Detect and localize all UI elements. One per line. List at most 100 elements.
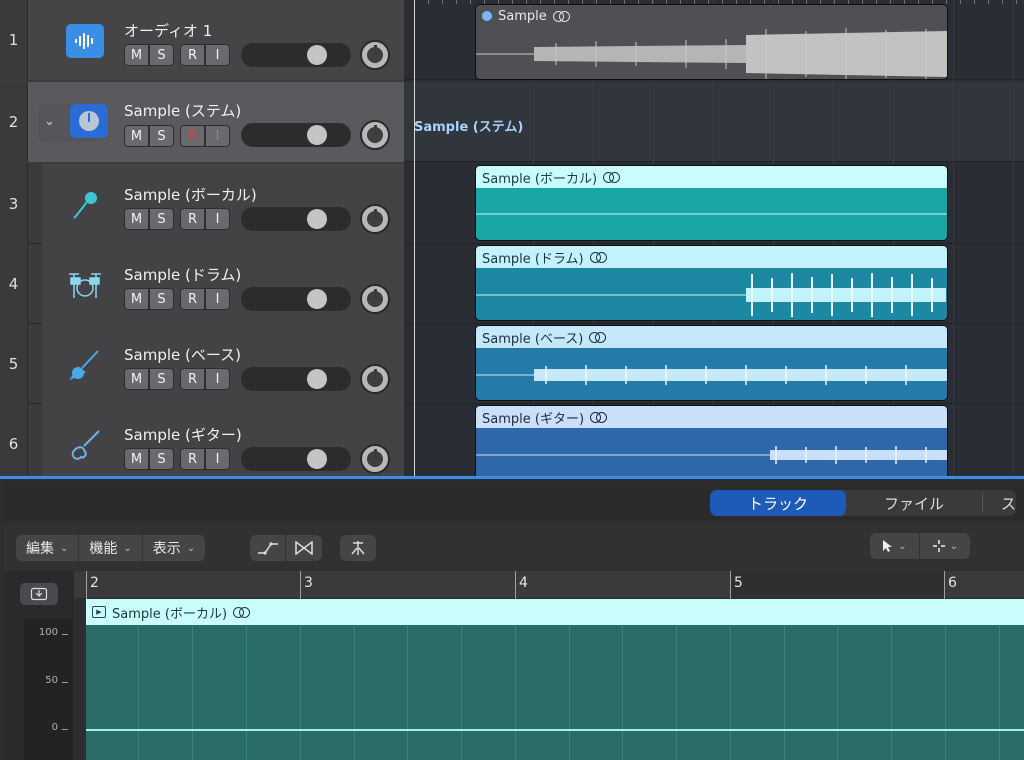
audio-region-bass[interactable]: Sample (ベース) [475,325,948,401]
input-monitor-button[interactable]: I [205,288,230,310]
mute-button[interactable]: M [124,368,149,390]
record-enable-button[interactable]: R [180,44,205,66]
track-name[interactable]: Sample (ベース) [124,344,241,365]
audio-region-sample[interactable]: Sample [475,4,948,80]
volume-slider[interactable] [241,447,351,471]
play-icon[interactable]: ▶ [92,606,106,618]
volume-thumb[interactable] [307,449,327,469]
region-name: Sample (ボーカル) [482,171,598,187]
automation-curve-icon [257,542,278,555]
catch-tools [340,535,376,561]
automation-curve-button[interactable] [250,535,286,561]
flex-button[interactable] [286,535,322,561]
pan-knob[interactable] [360,40,390,70]
track-header-3[interactable]: 3 Sample (ボーカル) MS RI [0,164,404,244]
waveform [476,273,946,317]
tracks-area[interactable]: Sample Sample (ステム) Sample (ボーカル) Sample… [404,0,1024,484]
zero-crossing-icon [351,541,365,555]
chevron-down-icon: ⌄ [898,540,907,552]
input-monitor-button[interactable]: I [205,125,230,147]
solo-button[interactable]: S [149,448,174,470]
track-header-4[interactable]: 4 Sample (ドラム) MS RI [0,244,404,324]
logic-pro-window: 1 オーディオ 1 MS RI 2 ⌄ Sample (ステム) MS R I … [0,0,1024,760]
audio-region-guitar[interactable]: Sample (ギター) [475,405,948,476]
track-name[interactable]: Sample (ギター) [124,424,242,445]
track-header-1[interactable]: 1 オーディオ 1 MS RI [0,0,404,80]
volume-slider[interactable] [241,43,351,67]
record-enable-button[interactable]: R [180,368,205,390]
solo-button[interactable]: S [149,368,174,390]
waveform [476,213,947,215]
pointer-tool-menu[interactable]: ⌄ [870,533,920,559]
playhead[interactable] [414,0,415,476]
track-header-5[interactable]: 5 Sample (ベース) MS RI [0,324,404,404]
mute-button[interactable]: M [124,288,149,310]
mute-button[interactable]: M [124,208,149,230]
record-enable-button[interactable]: R [180,125,205,147]
volume-thumb[interactable] [307,289,327,309]
menu-functions[interactable]: 機能 ⌄ [79,535,143,561]
record-enable-button[interactable]: R [180,208,205,230]
track-name[interactable]: オーディオ 1 [124,20,212,41]
pan-knob[interactable] [360,444,390,474]
editor-audio-region[interactable]: ▶ Sample (ボーカル) [86,599,1024,760]
pan-knob[interactable] [360,284,390,314]
record-enable-button[interactable]: R [180,288,205,310]
editor-region-name: Sample (ボーカル) [112,606,228,622]
volume-thumb[interactable] [307,125,327,145]
editor-tabs: トラック ファイル ス [710,490,1017,516]
solo-button[interactable]: S [149,288,174,310]
catch-playhead-button[interactable] [20,583,58,605]
snap-to-zero-button[interactable] [340,535,376,561]
volume-slider[interactable] [241,207,351,231]
link-icon [603,171,621,183]
track-name[interactable]: Sample (ドラム) [124,264,241,285]
editor-ruler[interactable]: 2 3 4 5 6 [74,571,1024,599]
mute-button[interactable]: M [124,44,149,66]
pan-knob[interactable] [360,204,390,234]
chevron-down-icon[interactable]: ⌄ [44,114,55,129]
solo-button[interactable]: S [149,125,174,147]
region-name: Sample (ベース) [482,331,584,347]
editor-tab-bar: トラック ファイル ス [4,481,1024,521]
input-monitor-button[interactable]: I [205,448,230,470]
audio-region-drums[interactable]: Sample (ドラム) [475,245,948,321]
volume-thumb[interactable] [307,369,327,389]
track-header-6[interactable]: 6 Sample (ギター) MS RI [0,404,404,484]
volume-thumb[interactable] [307,45,327,65]
solo-button[interactable]: S [149,208,174,230]
editor-region-header[interactable]: ▶ Sample (ボーカル) [86,599,1024,625]
input-monitor-button[interactable]: I [205,44,230,66]
scale-label-50: 50 [45,675,58,686]
waveform [476,446,947,464]
tab-file[interactable]: ファイル [846,490,982,516]
mute-button[interactable]: M [124,125,149,147]
volume-slider[interactable] [241,123,351,147]
menu-functions-label: 機能 [89,541,118,557]
track-name[interactable]: Sample (ステム) [124,100,241,121]
audio-region-vocal[interactable]: Sample (ボーカル) [475,165,948,241]
track-number: 4 [0,244,28,324]
tab-truncated[interactable]: ス [982,494,1016,513]
input-monitor-button[interactable]: I [205,368,230,390]
menu-view[interactable]: 表示 ⌄ [143,535,205,561]
track-number: 1 [0,0,28,80]
amplitude-scale: 100 50 0 [24,619,72,760]
pan-knob[interactable] [360,364,390,394]
input-monitor-button[interactable]: I [205,208,230,230]
volume-thumb[interactable] [307,209,327,229]
volume-slider[interactable] [241,287,351,311]
mute-button[interactable]: M [124,448,149,470]
track-name[interactable]: Sample (ボーカル) [124,184,257,205]
volume-slider[interactable] [241,367,351,391]
solo-button[interactable]: S [149,44,174,66]
editor-left-gutter: 100 50 0 [4,571,74,760]
pan-knob[interactable] [360,120,390,150]
automation-tools [250,535,322,561]
secondary-tool-menu[interactable]: ⌄ [920,533,970,559]
tab-track[interactable]: トラック [710,490,847,516]
menu-edit[interactable]: 編集 ⌄ [16,535,80,561]
stem-region-label[interactable]: Sample (ステム) [414,116,523,135]
waveform [476,365,947,385]
record-enable-button[interactable]: R [180,448,205,470]
